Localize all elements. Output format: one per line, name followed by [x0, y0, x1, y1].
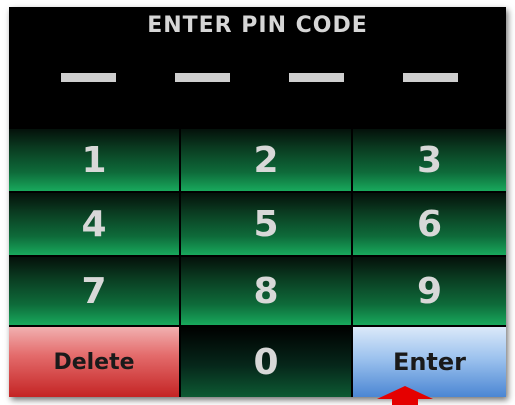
key-4[interactable]: 4 [9, 193, 181, 257]
key-9[interactable]: 9 [353, 257, 506, 327]
key-3[interactable]: 3 [353, 129, 506, 193]
pin-slot [61, 73, 116, 82]
key-7[interactable]: 7 [9, 257, 181, 327]
pin-slot [403, 73, 458, 82]
key-2[interactable]: 2 [181, 129, 353, 193]
key-5[interactable]: 5 [181, 193, 353, 257]
pin-title: ENTER PIN CODE [147, 13, 368, 38]
key-8[interactable]: 8 [181, 257, 353, 327]
pin-slot [289, 73, 344, 82]
pin-slots [59, 73, 469, 83]
key-0[interactable]: 0 [181, 327, 353, 397]
key-6[interactable]: 6 [353, 193, 506, 257]
key-1[interactable]: 1 [9, 129, 181, 193]
up-arrow-stem [392, 398, 418, 405]
pin-slot [175, 73, 230, 82]
pin-entry-panel: ENTER PIN CODE 1 2 3 4 5 6 7 8 9 Delete … [9, 7, 506, 397]
delete-button[interactable]: Delete [9, 327, 181, 397]
